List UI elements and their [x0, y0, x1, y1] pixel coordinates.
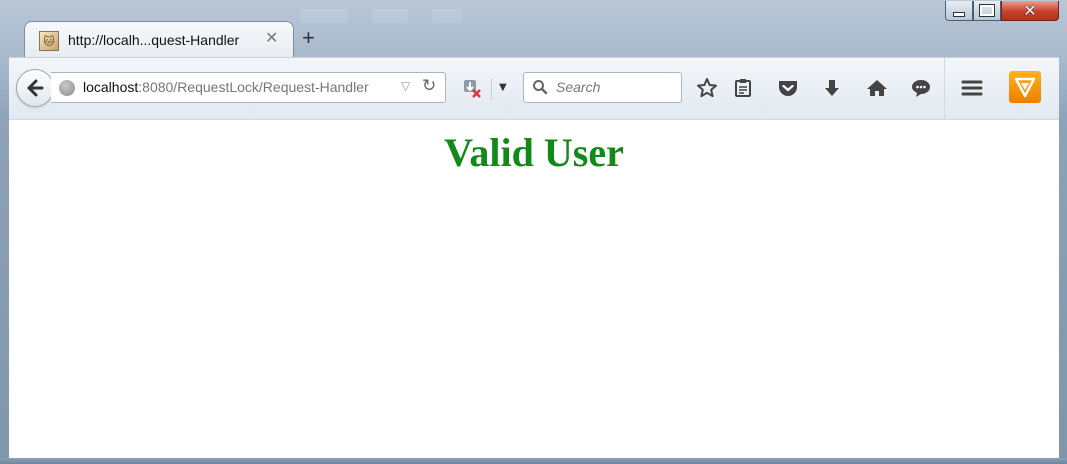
- reading-list-button[interactable]: [731, 76, 755, 100]
- back-button[interactable]: [16, 69, 54, 107]
- window-bottom-edge: [0, 458, 1067, 464]
- home-button[interactable]: [865, 76, 889, 100]
- tab-close-icon[interactable]: ✕: [265, 30, 278, 46]
- page-heading: Valid User: [444, 130, 624, 175]
- toolbar-separator: [944, 58, 945, 119]
- close-window-button[interactable]: ✕: [1001, 1, 1059, 21]
- bookmark-star-button[interactable]: [695, 76, 719, 100]
- downloads-button[interactable]: [820, 76, 844, 100]
- chat-icon: [912, 80, 930, 97]
- navigation-toolbar: localhost:8080/RequestLock/Request-Handl…: [9, 57, 1059, 120]
- window-controls: ✕: [945, 1, 1059, 21]
- globe-icon: [59, 80, 75, 96]
- back-arrow-icon: [27, 79, 44, 97]
- pocket-icon: [779, 81, 797, 96]
- maximize-button[interactable]: [973, 1, 1001, 21]
- new-tab-button[interactable]: +: [302, 27, 315, 49]
- reload-icon[interactable]: ↻: [422, 76, 436, 96]
- download-helper-icon[interactable]: [461, 77, 483, 99]
- background-titlebar-blur: [300, 8, 600, 30]
- chat-button[interactable]: [909, 76, 933, 100]
- brand-extension-button[interactable]: [1009, 71, 1041, 103]
- maximize-icon: [980, 5, 994, 16]
- home-icon: [867, 80, 887, 96]
- pocket-button[interactable]: [776, 76, 800, 100]
- minimize-icon: [953, 12, 965, 17]
- close-icon: ✕: [1023, 0, 1037, 20]
- reading-list-icon: [735, 79, 751, 97]
- open-menu-button[interactable]: [960, 76, 984, 100]
- bookmark-star-icon: [697, 78, 717, 98]
- url-host: localhost: [83, 79, 139, 95]
- download-icon: [825, 80, 839, 96]
- minimize-button[interactable]: [945, 1, 973, 21]
- tab-active[interactable]: 🐱 http://localh...quest-Handler ✕: [24, 21, 294, 58]
- address-bar[interactable]: localhost:8080/RequestLock/Request-Handl…: [51, 72, 446, 103]
- tab-title: http://localh...quest-Handler: [68, 32, 240, 48]
- url-text[interactable]: localhost:8080/RequestLock/Request-Handl…: [83, 79, 369, 95]
- toolbar-separator: [491, 78, 492, 100]
- search-box[interactable]: Search: [523, 72, 682, 103]
- menu-icon: [961, 80, 983, 96]
- history-dropdown-icon[interactable]: ▽: [401, 79, 410, 93]
- search-placeholder: Search: [556, 79, 601, 95]
- tomcat-favicon-icon: 🐱: [39, 31, 59, 51]
- brand-extension-icon: [1014, 77, 1036, 98]
- url-path: :8080/RequestLock/Request-Handler: [138, 79, 369, 95]
- menu-dropdown-icon[interactable]: ▼: [499, 82, 507, 93]
- search-icon: [533, 80, 548, 95]
- page-content: Valid User: [9, 119, 1059, 459]
- browser-window: ✕ 🐱 http://localh...quest-Handler ✕ + lo…: [0, 0, 1067, 464]
